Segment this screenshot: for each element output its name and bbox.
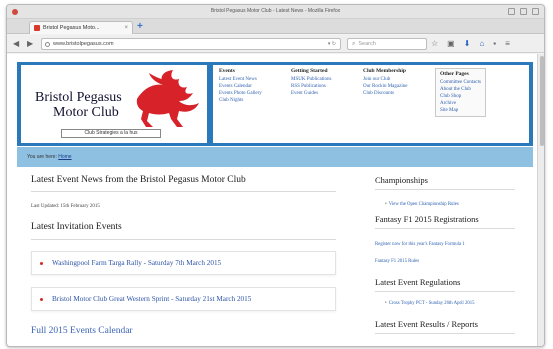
- fantasy-rules-link[interactable]: Fantasy F1 2015 Rules: [375, 259, 419, 264]
- bookmark-star-icon[interactable]: ☆: [431, 39, 438, 49]
- menu-item[interactable]: Club Discounts: [363, 90, 407, 97]
- window-controls: [508, 8, 539, 15]
- championship-rules-text[interactable]: View the Open Championship Rules: [389, 202, 459, 207]
- events-calendar-link[interactable]: Full 2015 Events Calendar: [31, 326, 133, 336]
- back-icon[interactable]: ◀: [13, 39, 19, 48]
- bullet-icon: [40, 261, 43, 265]
- menu-item[interactable]: Archive: [440, 100, 481, 107]
- event-link[interactable]: Washingpool Farm Targa Rally - Saturday …: [52, 259, 221, 267]
- toolbar-icons: ☆ ▣ ⬇ ⌂ ▪ ≡: [431, 39, 510, 49]
- site-name-line2: Motor Club: [53, 105, 119, 120]
- maximize-icon[interactable]: [520, 8, 527, 15]
- page-content: Bristol Pegasus Motor Club Club Strategi…: [7, 54, 537, 346]
- breadcrumb-bar: You are here: Home: [17, 147, 533, 167]
- divider: [375, 228, 515, 229]
- menu-icon[interactable]: ≡: [505, 39, 510, 49]
- news-title: Latest Event News from the Bristol Pegas…: [31, 175, 246, 185]
- breadcrumb-home-link[interactable]: Home: [58, 154, 71, 160]
- divider: [375, 291, 515, 292]
- regulations-text[interactable]: Cross Trophy PCT - Sunday 26th April 201…: [389, 301, 475, 306]
- close-window-icon[interactable]: [532, 8, 539, 15]
- site-logo[interactable]: Bristol Pegasus Motor Club Club Strategi…: [21, 65, 207, 143]
- tab-label: Bristol Pegasus Moto...: [43, 25, 100, 31]
- menu-item[interactable]: Latest Event News: [219, 76, 262, 83]
- url-bar[interactable]: www.bristolpegasus.com ▾ ↻: [41, 38, 341, 50]
- chat-icon[interactable]: ▪: [493, 39, 496, 49]
- search-bar[interactable]: ⌕ Search: [347, 38, 427, 50]
- navigation-bar: ◀ ▶ www.bristolpegasus.com ▾ ↻ ⌕ Search …: [7, 35, 544, 53]
- menu-item[interactable]: Committee Contacts: [440, 79, 481, 86]
- divider: [31, 191, 336, 192]
- divider: [375, 333, 515, 334]
- menu-heading: Events: [219, 68, 235, 74]
- menu-heading: Other Pages: [440, 71, 469, 77]
- url-text: www.bristolpegasus.com: [53, 41, 114, 47]
- menu-item[interactable]: RSS Publications: [291, 83, 331, 90]
- menu-column-events: Events Latest Event News Events Calendar…: [219, 68, 262, 104]
- main-menu: Events Latest Event News Events Calendar…: [213, 65, 529, 143]
- event-link[interactable]: Bristol Motor Club Great Western Sprint …: [52, 295, 251, 303]
- menu-item[interactable]: Event Guides: [291, 90, 331, 97]
- fantasy-register-link[interactable]: Register now for this year's Fantasy For…: [375, 242, 465, 247]
- forward-icon[interactable]: ▶: [27, 39, 33, 48]
- menu-heading: Club Membership: [363, 68, 406, 74]
- menu-column-other-pages: Other Pages Committee Contacts About the…: [435, 68, 486, 117]
- reading-list-icon[interactable]: ▣: [447, 39, 455, 49]
- championships-title: Championships: [375, 175, 428, 185]
- championship-rules-link[interactable]: • View the Open Championship Rules: [385, 202, 459, 207]
- event-results-title: Latest Event Results / Reports: [375, 319, 478, 329]
- menu-item[interactable]: MSUK Publications: [291, 76, 331, 83]
- site-header: Bristol Pegasus Motor Club Club Strategi…: [17, 62, 533, 146]
- menu-item[interactable]: Site Map: [440, 107, 481, 114]
- new-tab-button[interactable]: +: [137, 22, 143, 32]
- tab-bar: Bristol Pegasus Moto... × +: [7, 19, 544, 34]
- menu-item[interactable]: Club Shop: [440, 93, 481, 100]
- menu-item[interactable]: Our Rockin Magazine: [363, 83, 407, 90]
- minimize-icon[interactable]: [508, 8, 515, 15]
- divider: [31, 239, 336, 240]
- pegasus-logo-icon: [136, 70, 199, 127]
- browser-window: Bristol Pegasus Motor Club - Latest News…: [6, 4, 545, 347]
- title-bar: Bristol Pegasus Motor Club - Latest News…: [7, 5, 544, 19]
- window-title: Bristol Pegasus Motor Club - Latest News…: [210, 8, 341, 14]
- invitation-events-title: Latest Invitation Events: [31, 222, 122, 232]
- breadcrumb-prefix: You are here:: [27, 154, 57, 160]
- event-item[interactable]: Bristol Motor Club Great Western Sprint …: [31, 287, 336, 311]
- reload-icon[interactable]: ▾ ↻: [328, 41, 336, 47]
- event-item[interactable]: Washingpool Farm Targa Rally - Saturday …: [31, 251, 336, 275]
- menu-column-getting-started: Getting Started MSUK Publications RSS Pu…: [291, 68, 331, 97]
- breadcrumb: You are here: Home: [27, 154, 72, 160]
- favicon-icon: [34, 25, 40, 31]
- fantasy-f1-title: Fantasy F1 2015 Registrations: [375, 214, 479, 224]
- bullet-icon: [40, 297, 43, 301]
- page-scrollbar[interactable]: [537, 54, 544, 346]
- menu-item[interactable]: Join our Club: [363, 76, 407, 83]
- menu-item[interactable]: Club Nights: [219, 97, 262, 104]
- menu-heading: Getting Started: [291, 68, 328, 74]
- download-icon[interactable]: ⬇: [464, 39, 471, 49]
- tagline-box: Club Strategies a la hus: [61, 129, 161, 138]
- regulations-link[interactable]: • Cross Trophy PCT - Sunday 26th April 20…: [385, 301, 475, 306]
- tab-bristol-pegasus[interactable]: Bristol Pegasus Moto... ×: [29, 21, 133, 34]
- search-icon: ⌕: [352, 40, 356, 47]
- event-regulations-title: Latest Event Regulations: [375, 277, 461, 287]
- divider: [375, 189, 515, 190]
- scrollbar-thumb[interactable]: [540, 56, 544, 146]
- menu-item[interactable]: Events Photo Gallery: [219, 90, 262, 97]
- site-info-icon[interactable]: [45, 41, 50, 47]
- search-placeholder: Search: [358, 41, 376, 47]
- home-icon[interactable]: ⌂: [479, 39, 484, 49]
- tab-close-icon[interactable]: ×: [124, 25, 128, 31]
- site-name-line1: Bristol Pegasus: [35, 90, 122, 105]
- menu-item[interactable]: About the Club: [440, 86, 481, 93]
- last-updated: Last Updated: 15th February 2015: [31, 204, 100, 209]
- menu-item[interactable]: Events Calendar: [219, 83, 262, 90]
- menu-column-club-membership: Club Membership Join our Club Our Rockin…: [363, 68, 407, 97]
